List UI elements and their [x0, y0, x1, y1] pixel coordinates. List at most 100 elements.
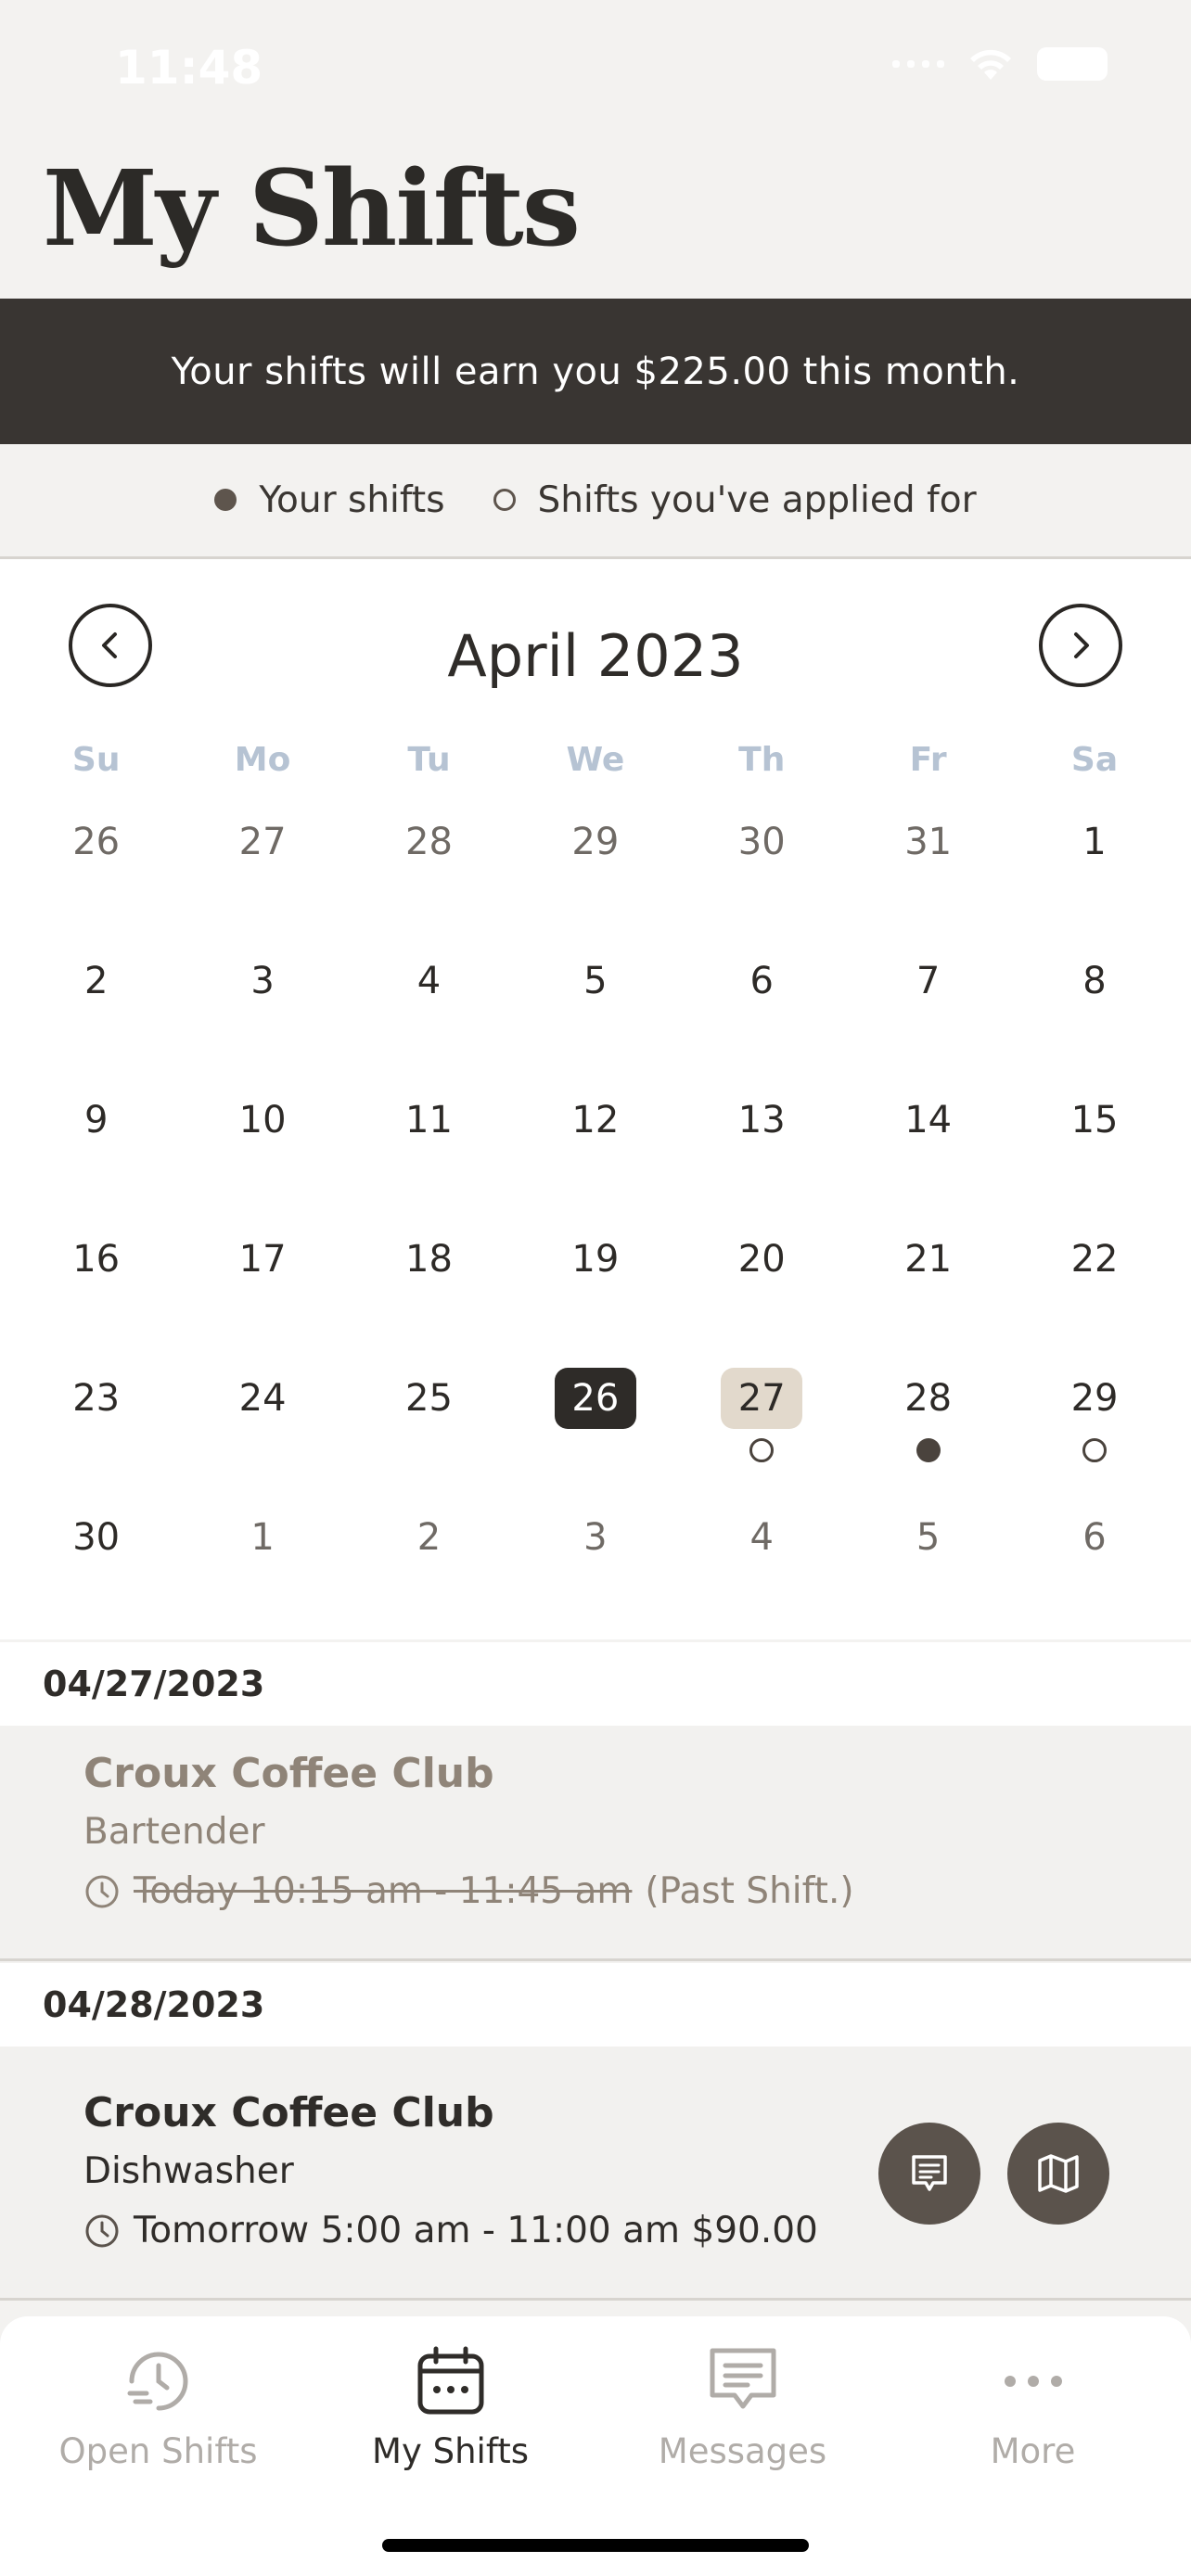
calendar-day[interactable]: 30	[679, 811, 845, 950]
tab-label: Messages	[658, 2431, 827, 2471]
day-number: 8	[1082, 960, 1107, 1002]
calendar-day[interactable]: 18	[346, 1229, 512, 1368]
shift-date: 04/27/2023	[43, 1664, 265, 1704]
calendar-day[interactable]: 6	[1011, 1507, 1177, 1646]
day-number: 5	[583, 960, 608, 1002]
calendar-day[interactable]: 23	[13, 1368, 179, 1507]
day-number: 19	[571, 1238, 620, 1281]
day-number: 29	[571, 821, 620, 863]
tab-more[interactable]: More	[884, 2335, 1182, 2471]
calendar-day[interactable]: 8	[1011, 950, 1177, 1090]
calendar-day[interactable]: 3	[179, 950, 345, 1090]
calendar-day[interactable]: 31	[845, 811, 1011, 950]
map-button[interactable]	[1007, 2123, 1109, 2225]
calendar-day[interactable]: 10	[179, 1090, 345, 1229]
shift-time: Tomorrow 5:00 am - 11:00 am $90.00	[83, 2210, 818, 2251]
day-number: 14	[904, 1099, 953, 1141]
tab-messages[interactable]: Messages	[594, 2335, 891, 2471]
calendar-day[interactable]: 13	[679, 1090, 845, 1229]
day-number: 27	[238, 821, 287, 863]
calendar-day[interactable]: 24	[179, 1368, 345, 1507]
status-time: 11:48	[115, 41, 263, 95]
calendar-day[interactable]: 19	[512, 1229, 678, 1368]
calendar-day[interactable]: 9	[13, 1090, 179, 1229]
calendar-day[interactable]: 1	[1011, 811, 1177, 950]
month-title: April 2023	[447, 622, 744, 690]
calendar-day[interactable]: 5	[512, 950, 678, 1090]
calendar-day[interactable]: 5	[845, 1507, 1011, 1646]
calendar-day[interactable]: 1	[179, 1507, 345, 1646]
weekday-label: Mo	[234, 741, 291, 779]
calendar-week-row: 26 27 28 29 30 31 1	[13, 811, 1178, 950]
wifi-icon	[970, 49, 1011, 80]
calendar-week-row: 2 3 4 5 6 7 8	[13, 950, 1178, 1090]
shift-time-text: Today 10:15 am - 11:45 am	[134, 1870, 633, 1912]
day-number: 20	[737, 1238, 786, 1281]
home-indicator	[382, 2539, 809, 2552]
signal-icon	[892, 60, 944, 68]
calendar-day[interactable]: 29	[512, 811, 678, 950]
calendar-day[interactable]: 2	[346, 1507, 512, 1646]
shift-card-past[interactable]: Croux Coffee Club Bartender Today 10:15 …	[0, 1726, 1191, 1961]
day-number: 6	[1082, 1516, 1107, 1559]
calendar-day[interactable]: 15	[1011, 1090, 1177, 1229]
legend-applied-label: Shifts you've applied for	[537, 478, 977, 521]
tab-open-shifts[interactable]: Open Shifts	[9, 2335, 307, 2471]
calendar-day[interactable]: 17	[179, 1229, 345, 1368]
calendar-day[interactable]: 16	[13, 1229, 179, 1368]
day-number: 3	[583, 1516, 608, 1559]
calendar-day[interactable]: 25	[346, 1368, 512, 1507]
shift-venue: Croux Coffee Club	[83, 1750, 494, 1797]
calendar-day[interactable]: 29	[1011, 1368, 1177, 1507]
message-venue-button[interactable]	[878, 2123, 980, 2225]
calendar-day[interactable]: 20	[679, 1229, 845, 1368]
calendar-day[interactable]: 6	[679, 950, 845, 1090]
past-shift-note: (Past Shift.)	[645, 1870, 854, 1912]
calendar-day[interactable]: 21	[845, 1229, 1011, 1368]
day-number: 31	[904, 821, 953, 863]
applied-marker-dot	[749, 1438, 775, 1462]
day-number: 22	[1070, 1238, 1119, 1281]
tab-my-shifts[interactable]: My Shifts	[301, 2335, 599, 2471]
calendar-day[interactable]: 11	[346, 1090, 512, 1229]
calendar-day[interactable]: 30	[13, 1507, 179, 1646]
calendar-day[interactable]: 4	[346, 950, 512, 1090]
calendar-day[interactable]: 28	[346, 811, 512, 950]
calendar-day[interactable]: 12	[512, 1090, 678, 1229]
day-number: 13	[737, 1099, 786, 1141]
calendar-day[interactable]: 22	[1011, 1229, 1177, 1368]
calendar-day[interactable]: 4	[679, 1507, 845, 1646]
calendar-day[interactable]: 26	[13, 811, 179, 950]
calendar-week-row: 30 1 2 3 4 5 6	[13, 1507, 1178, 1646]
calendar-week-row: 9 10 11 12 13 14 15	[13, 1090, 1178, 1229]
calendar-day[interactable]: 27	[179, 811, 345, 950]
status-bar: 11:48	[0, 0, 1191, 139]
next-month-button[interactable]	[1039, 604, 1122, 687]
shift-role: Bartender	[83, 1811, 265, 1853]
message-icon	[710, 2348, 775, 2409]
hollow-dot-icon	[493, 489, 516, 511]
day-number: 6	[749, 960, 774, 1002]
filled-dot-icon	[214, 489, 237, 511]
day-number: 28	[405, 821, 453, 863]
day-number: 12	[571, 1099, 620, 1141]
calendar-day[interactable]: 14	[845, 1090, 1011, 1229]
applied-marker-dot	[1082, 1438, 1108, 1462]
calendar-day[interactable]: 3	[512, 1507, 678, 1646]
day-number: 2	[416, 1516, 442, 1559]
clock-list-icon	[127, 2352, 187, 2411]
calendar-day[interactable]: 7	[845, 950, 1011, 1090]
tab-bar: Open Shifts My Shifts Messages More	[0, 2316, 1191, 2576]
day-number: 1	[1082, 821, 1107, 863]
calendar-day[interactable]: 2	[13, 950, 179, 1090]
calendar-day-selected[interactable]: 27	[679, 1368, 845, 1507]
calendar-day[interactable]: 28	[845, 1368, 1011, 1507]
shift-marker-dot	[916, 1438, 941, 1462]
day-number: 11	[405, 1099, 453, 1141]
day-number: 17	[238, 1238, 287, 1281]
shift-date-header: 04/28/2023	[0, 1963, 1191, 2047]
day-number: 1	[250, 1516, 275, 1559]
calendar-day-today[interactable]: 26	[512, 1368, 678, 1507]
day-number: 27	[721, 1368, 803, 1429]
shift-card[interactable]: Croux Coffee Club Dishwasher Tomorrow 5:…	[0, 2047, 1191, 2301]
